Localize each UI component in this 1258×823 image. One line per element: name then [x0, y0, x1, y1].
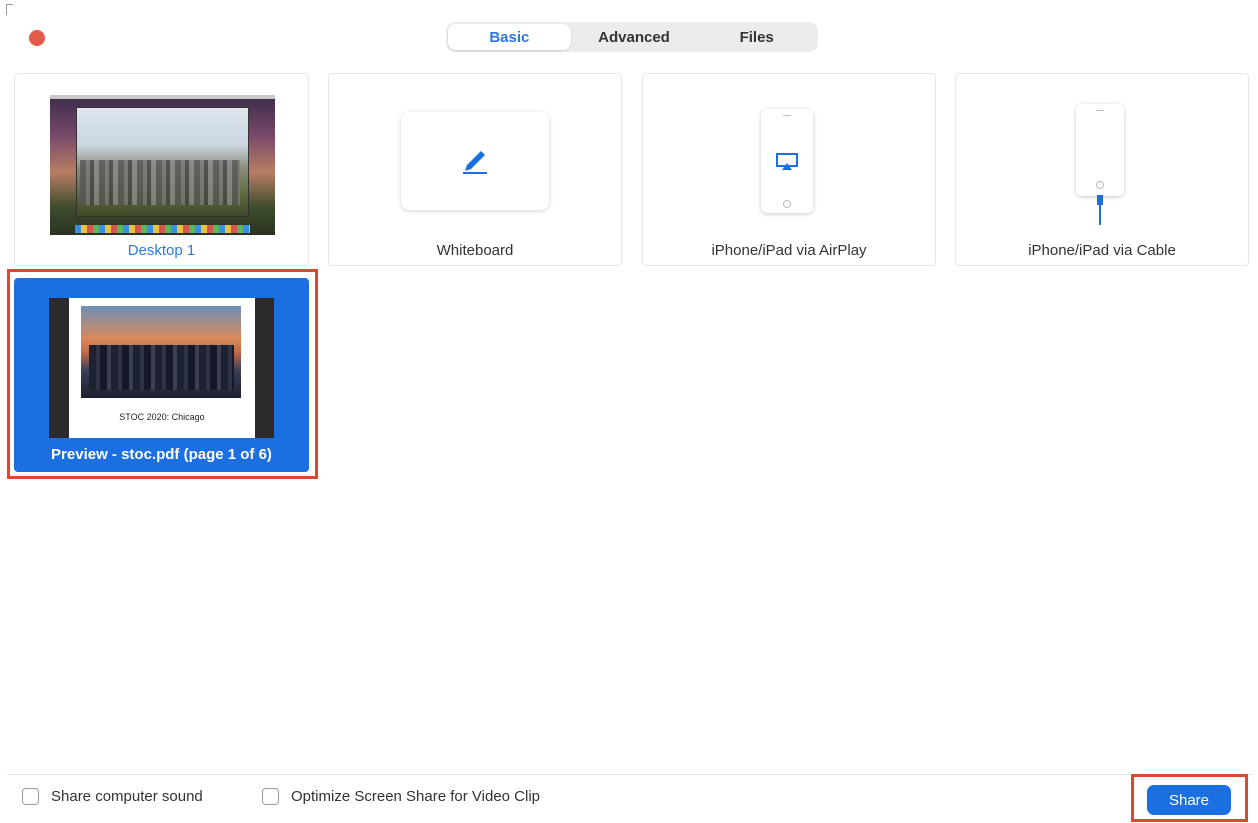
- tab-advanced[interactable]: Advanced: [573, 22, 696, 52]
- bottom-divider: [7, 774, 1252, 775]
- source-iphone-cable[interactable]: iPhone/iPad via Cable: [955, 73, 1249, 266]
- source-desktop-1[interactable]: Desktop 1: [14, 73, 309, 266]
- source-whiteboard[interactable]: Whiteboard: [328, 73, 622, 266]
- phone-speaker: [783, 115, 791, 116]
- desktop-menubar: [50, 95, 275, 99]
- phone-airplay-illustration: [761, 109, 813, 213]
- optimize-video-option[interactable]: Optimize Screen Share for Video Clip: [262, 788, 540, 805]
- pencil-icon: [463, 151, 487, 174]
- cable-label: iPhone/iPad via Cable: [1028, 242, 1176, 259]
- close-window-button[interactable]: [29, 30, 45, 46]
- window-corner: [6, 4, 13, 15]
- share-sound-checkbox[interactable]: [22, 788, 39, 805]
- airplay-label: iPhone/iPad via AirPlay: [711, 242, 867, 259]
- tab-basic[interactable]: Basic: [448, 24, 571, 50]
- source-iphone-airplay[interactable]: iPhone/iPad via AirPlay: [642, 73, 936, 266]
- pdf-page: STOC 2020: Chicago: [69, 298, 255, 438]
- phone-speaker: [1096, 110, 1104, 111]
- chicago-skyline-image: [81, 306, 241, 398]
- optimize-video-checkbox[interactable]: [262, 788, 279, 805]
- cable-icon: [1097, 195, 1103, 225]
- airplay-icon: [776, 153, 798, 170]
- phone-home-button: [1096, 181, 1104, 189]
- whiteboard-preview: [401, 112, 549, 210]
- optimize-video-label: Optimize Screen Share for Video Clip: [291, 788, 541, 805]
- preview-window-label: Preview - stoc.pdf (page 1 of 6): [51, 446, 272, 463]
- desktop-label: Desktop 1: [127, 242, 196, 259]
- desktop-thumbnail: [50, 95, 275, 235]
- share-sound-label: Share computer sound: [51, 788, 203, 805]
- desktop-dock: [75, 225, 250, 233]
- skyline-buildings: [89, 345, 234, 390]
- pdf-thumbnail: STOC 2020: Chicago: [49, 298, 274, 438]
- share-sound-option[interactable]: Share computer sound: [22, 788, 203, 805]
- source-preview-window[interactable]: STOC 2020: Chicago Preview - stoc.pdf (p…: [14, 278, 309, 472]
- desktop-city-image: [80, 160, 240, 205]
- phone-home-button: [783, 200, 791, 208]
- tab-files[interactable]: Files: [695, 22, 818, 52]
- phone-cable-illustration: [1076, 104, 1124, 196]
- share-button[interactable]: Share: [1147, 785, 1231, 815]
- whiteboard-label: Whiteboard: [436, 242, 514, 259]
- tab-bar: Basic Advanced Files: [446, 22, 818, 52]
- pdf-page-caption: STOC 2020: Chicago: [119, 412, 205, 422]
